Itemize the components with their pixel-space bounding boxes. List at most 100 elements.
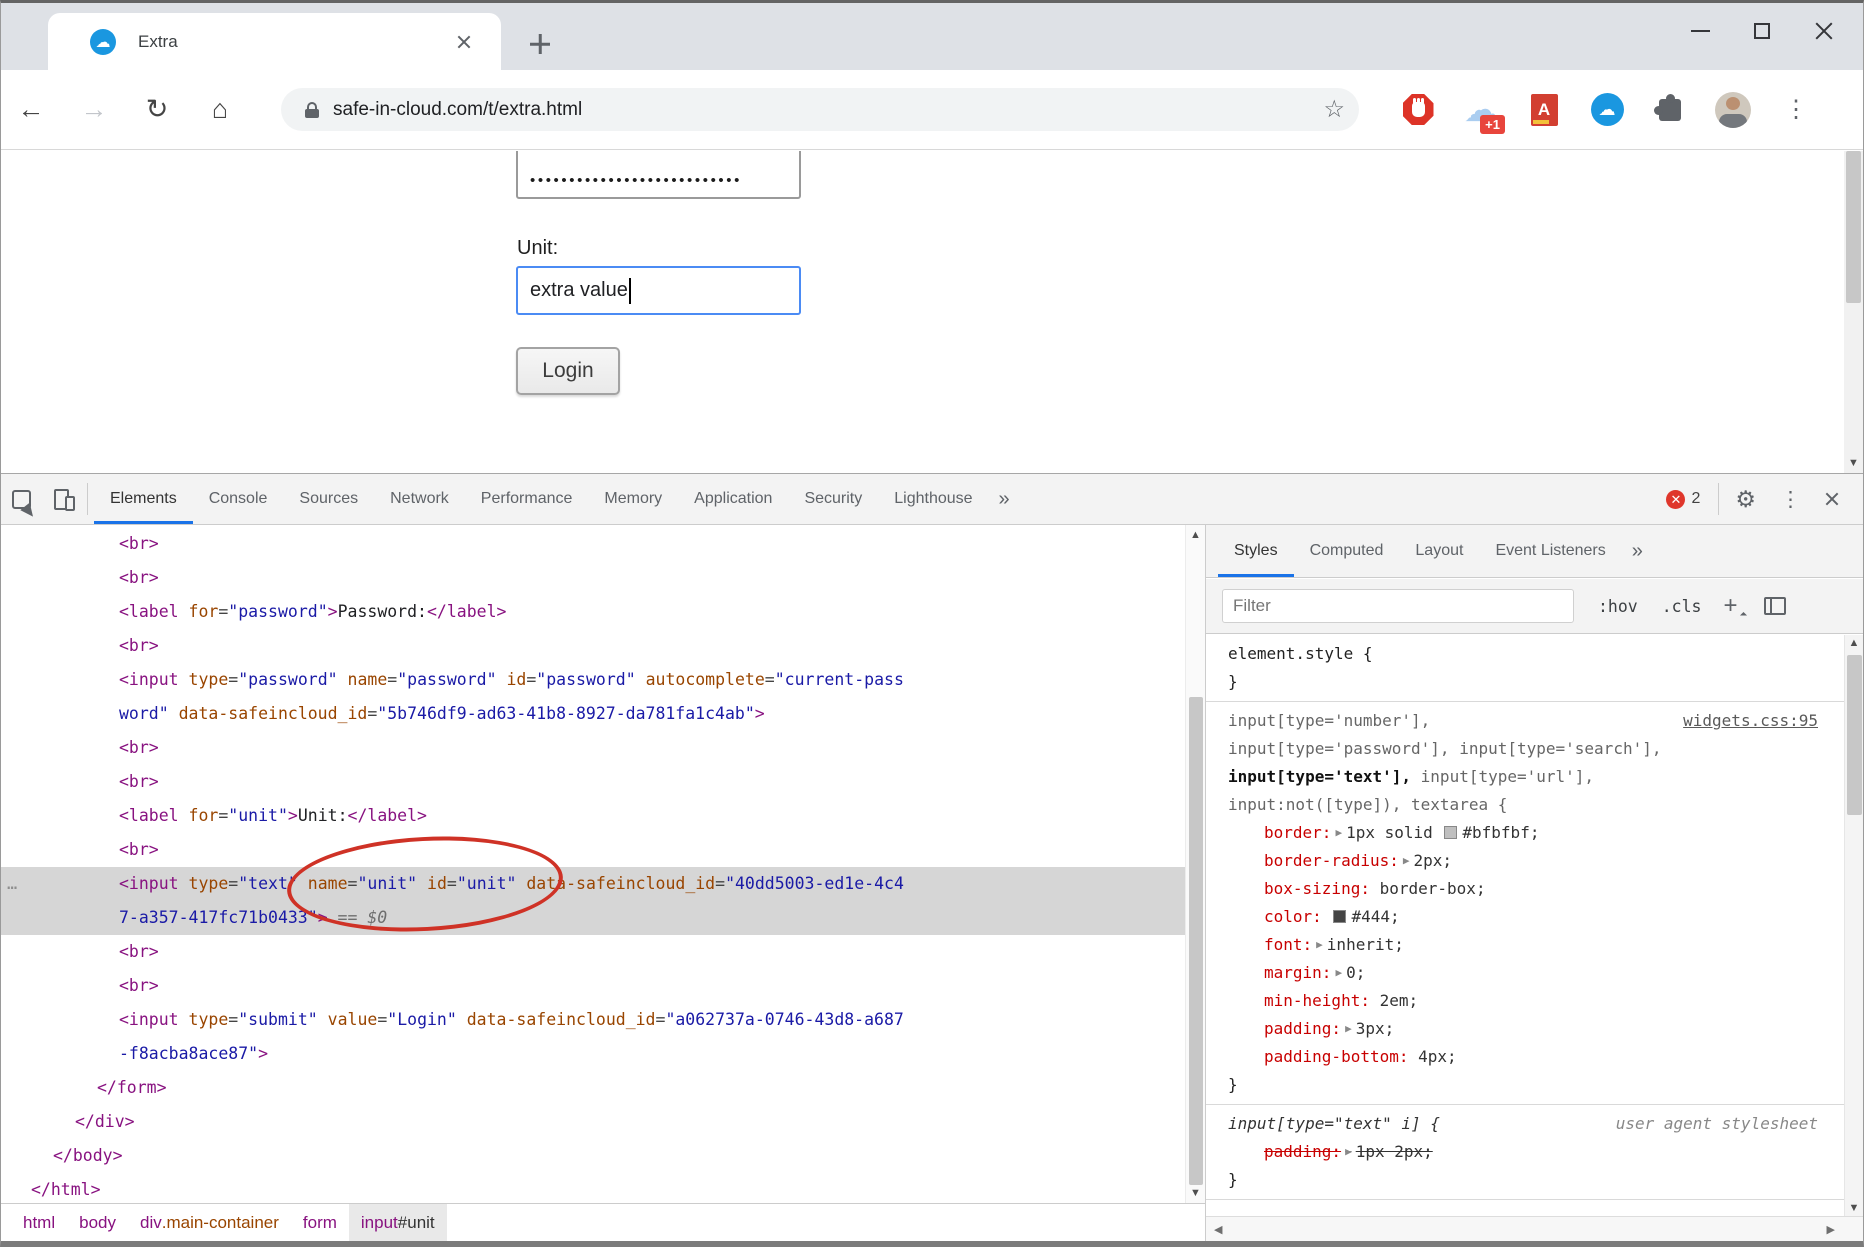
styles-scrollbar-thumb[interactable] xyxy=(1847,655,1862,815)
new-tab-button[interactable] xyxy=(525,29,555,59)
close-button[interactable] xyxy=(1793,3,1855,58)
css-property[interactable]: font: ▶ inherit; xyxy=(1206,931,1844,959)
dom-tree-line[interactable]: <br> xyxy=(1,731,1185,765)
minimize-button[interactable] xyxy=(1669,3,1731,58)
dom-tree-line[interactable]: <br> xyxy=(1,765,1185,799)
css-property[interactable]: padding: ▶ 3px; xyxy=(1206,1015,1844,1043)
dom-tree-line[interactable]: </body> xyxy=(1,1139,1185,1173)
devtools-close-icon[interactable] xyxy=(1821,488,1843,510)
scroll-right-icon[interactable]: ▶ xyxy=(1827,1217,1835,1241)
breadcrumb-item[interactable]: input #unit xyxy=(348,1204,447,1241)
devtools-settings-icon[interactable]: ⚙ xyxy=(1723,486,1768,513)
expand-icon[interactable]: ▶ xyxy=(1335,819,1342,847)
dom-tree-line[interactable]: … <input type="text" name="unit" id="unit… xyxy=(1,867,1185,901)
dictionary-extension-icon[interactable]: A xyxy=(1524,88,1564,132)
login-button[interactable]: Login xyxy=(516,347,620,395)
css-selector[interactable]: } xyxy=(1206,1166,1844,1194)
dom-tree-line[interactable]: -f8acba8ace87"> xyxy=(1,1037,1185,1071)
devtools-tab-application[interactable]: Application xyxy=(678,474,788,524)
page-scrollbar[interactable]: ▼ xyxy=(1844,151,1863,473)
expand-icon[interactable]: ▶ xyxy=(1316,931,1323,959)
dom-tree-line[interactable]: <br> xyxy=(1,935,1185,969)
scroll-left-icon[interactable]: ◀ xyxy=(1214,1217,1222,1241)
dom-tree-line[interactable]: </div> xyxy=(1,1105,1185,1139)
maximize-button[interactable] xyxy=(1731,3,1793,58)
expand-icon[interactable]: ▶ xyxy=(1345,1138,1352,1166)
forward-button[interactable]: → xyxy=(74,90,114,130)
devtools-tab-network[interactable]: Network xyxy=(374,474,465,524)
sidebar-tab-computed[interactable]: Computed xyxy=(1294,525,1400,577)
scroll-down-icon[interactable]: ▼ xyxy=(1844,457,1863,469)
css-selector[interactable]: input[type='text'], input[type='url'], xyxy=(1206,763,1844,791)
dom-tree-line[interactable]: <br> xyxy=(1,833,1185,867)
dom-tree-line[interactable]: </html> xyxy=(1,1173,1185,1203)
styles-filter-input[interactable] xyxy=(1222,589,1574,623)
error-badge[interactable]: ✕ 2 xyxy=(1666,489,1700,509)
sidebar-toggle-icon[interactable] xyxy=(1763,597,1786,615)
css-property[interactable]: padding-bottom: 4px; xyxy=(1206,1043,1844,1071)
sidebar-tab-styles[interactable]: Styles xyxy=(1218,525,1294,577)
dom-tree-line[interactable]: <label for="password">Password:</label> xyxy=(1,595,1185,629)
breadcrumb-item[interactable]: div .main-container xyxy=(128,1204,291,1241)
dom-tree-line[interactable]: word" data-safeincloud_id="5b746df9-ad63… xyxy=(1,697,1185,731)
css-property[interactable]: border-radius: ▶ 2px; xyxy=(1206,847,1844,875)
css-selector[interactable]: element.style { xyxy=(1206,640,1844,668)
devtools-tab-sources[interactable]: Sources xyxy=(283,474,374,524)
adblock-extension-icon[interactable] xyxy=(1398,88,1438,132)
more-tabs-icon[interactable]: » xyxy=(989,474,1020,524)
dom-tree-line[interactable]: <br> xyxy=(1,969,1185,1003)
back-button[interactable]: ← xyxy=(11,90,51,130)
scroll-up-icon[interactable]: ▲ xyxy=(1845,637,1863,649)
tab-close-icon[interactable] xyxy=(453,31,475,53)
expand-icon[interactable]: ▶ xyxy=(1345,1015,1352,1043)
profile-avatar[interactable] xyxy=(1713,88,1753,132)
dom-tree-line[interactable]: <br> xyxy=(1,629,1185,663)
breadcrumb-item[interactable]: html xyxy=(11,1204,67,1241)
styles-scrollbar[interactable]: ▲ ▼ xyxy=(1844,635,1863,1216)
browser-tab[interactable]: ☁ Extra xyxy=(48,13,501,70)
css-property[interactable]: min-height: 2em; xyxy=(1206,987,1844,1015)
address-bar[interactable]: safe-in-cloud.com/t/extra.html ☆ xyxy=(281,88,1359,131)
device-toolbar-icon[interactable] xyxy=(41,474,81,524)
bookmark-star-icon[interactable]: ☆ xyxy=(1323,95,1345,124)
reload-button[interactable]: ↻ xyxy=(137,90,177,130)
extensions-puzzle-icon[interactable] xyxy=(1650,88,1690,132)
scroll-down-icon[interactable]: ▼ xyxy=(1845,1202,1863,1214)
devtools-tab-console[interactable]: Console xyxy=(193,474,284,524)
dom-tree-line[interactable]: <label for="unit">Unit:</label> xyxy=(1,799,1185,833)
dom-tree-line[interactable]: 7-a357-417fc71b0433"> == $0 xyxy=(1,901,1185,935)
expand-icon[interactable]: ▶ xyxy=(1335,959,1342,987)
css-selector[interactable]: input:not([type]), textarea { xyxy=(1206,791,1844,819)
elements-scrollbar[interactable]: ▲ ▼ xyxy=(1185,525,1205,1203)
css-selector[interactable]: input[type='number'], widgets.css:95 xyxy=(1206,707,1844,735)
dom-tree-line[interactable]: <input type="password" name="password" i… xyxy=(1,663,1185,697)
expand-icon[interactable]: ▶ xyxy=(1403,847,1410,875)
lock-icon[interactable] xyxy=(305,101,319,118)
css-selector[interactable]: input[type="text" i] {user agent stylesh… xyxy=(1206,1110,1844,1138)
breadcrumb-item[interactable]: body xyxy=(67,1204,128,1241)
pseudo-state-toggle[interactable]: :hov xyxy=(1598,597,1638,616)
color-swatch[interactable] xyxy=(1444,826,1458,839)
scroll-down-icon[interactable]: ▼ xyxy=(1186,1187,1205,1199)
dom-tree-line[interactable]: </form> xyxy=(1,1071,1185,1105)
color-swatch[interactable] xyxy=(1333,910,1347,923)
sidebar-tab-event-listeners[interactable]: Event Listeners xyxy=(1479,525,1621,577)
dom-tree-line[interactable]: <br> xyxy=(1,561,1185,595)
devtools-menu-icon[interactable]: ⋮ xyxy=(1768,487,1813,512)
elements-scrollbar-thumb[interactable] xyxy=(1189,697,1203,1185)
devtools-tab-memory[interactable]: Memory xyxy=(588,474,678,524)
devtools-tab-performance[interactable]: Performance xyxy=(465,474,589,524)
css-property[interactable]: margin: ▶ 0; xyxy=(1206,959,1844,987)
stylesheet-link[interactable]: widgets.css:95 xyxy=(1683,707,1834,735)
css-selector[interactable]: } xyxy=(1206,1071,1844,1099)
inspect-element-icon[interactable] xyxy=(1,474,41,524)
url-text[interactable]: safe-in-cloud.com/t/extra.html xyxy=(333,99,582,121)
css-property[interactable]: color: #444; xyxy=(1206,903,1844,931)
safeincloud-extension-icon[interactable]: ☁ xyxy=(1587,88,1627,132)
styles-horizontal-scrollbar[interactable]: ◀ ▶ xyxy=(1206,1216,1863,1241)
chrome-menu-icon[interactable]: ⋮ xyxy=(1776,88,1816,132)
devtools-tab-security[interactable]: Security xyxy=(788,474,878,524)
dom-tree-line[interactable]: <br> xyxy=(1,527,1185,561)
css-selector[interactable]: } xyxy=(1206,668,1844,696)
css-property[interactable]: box-sizing: border-box; xyxy=(1206,875,1844,903)
